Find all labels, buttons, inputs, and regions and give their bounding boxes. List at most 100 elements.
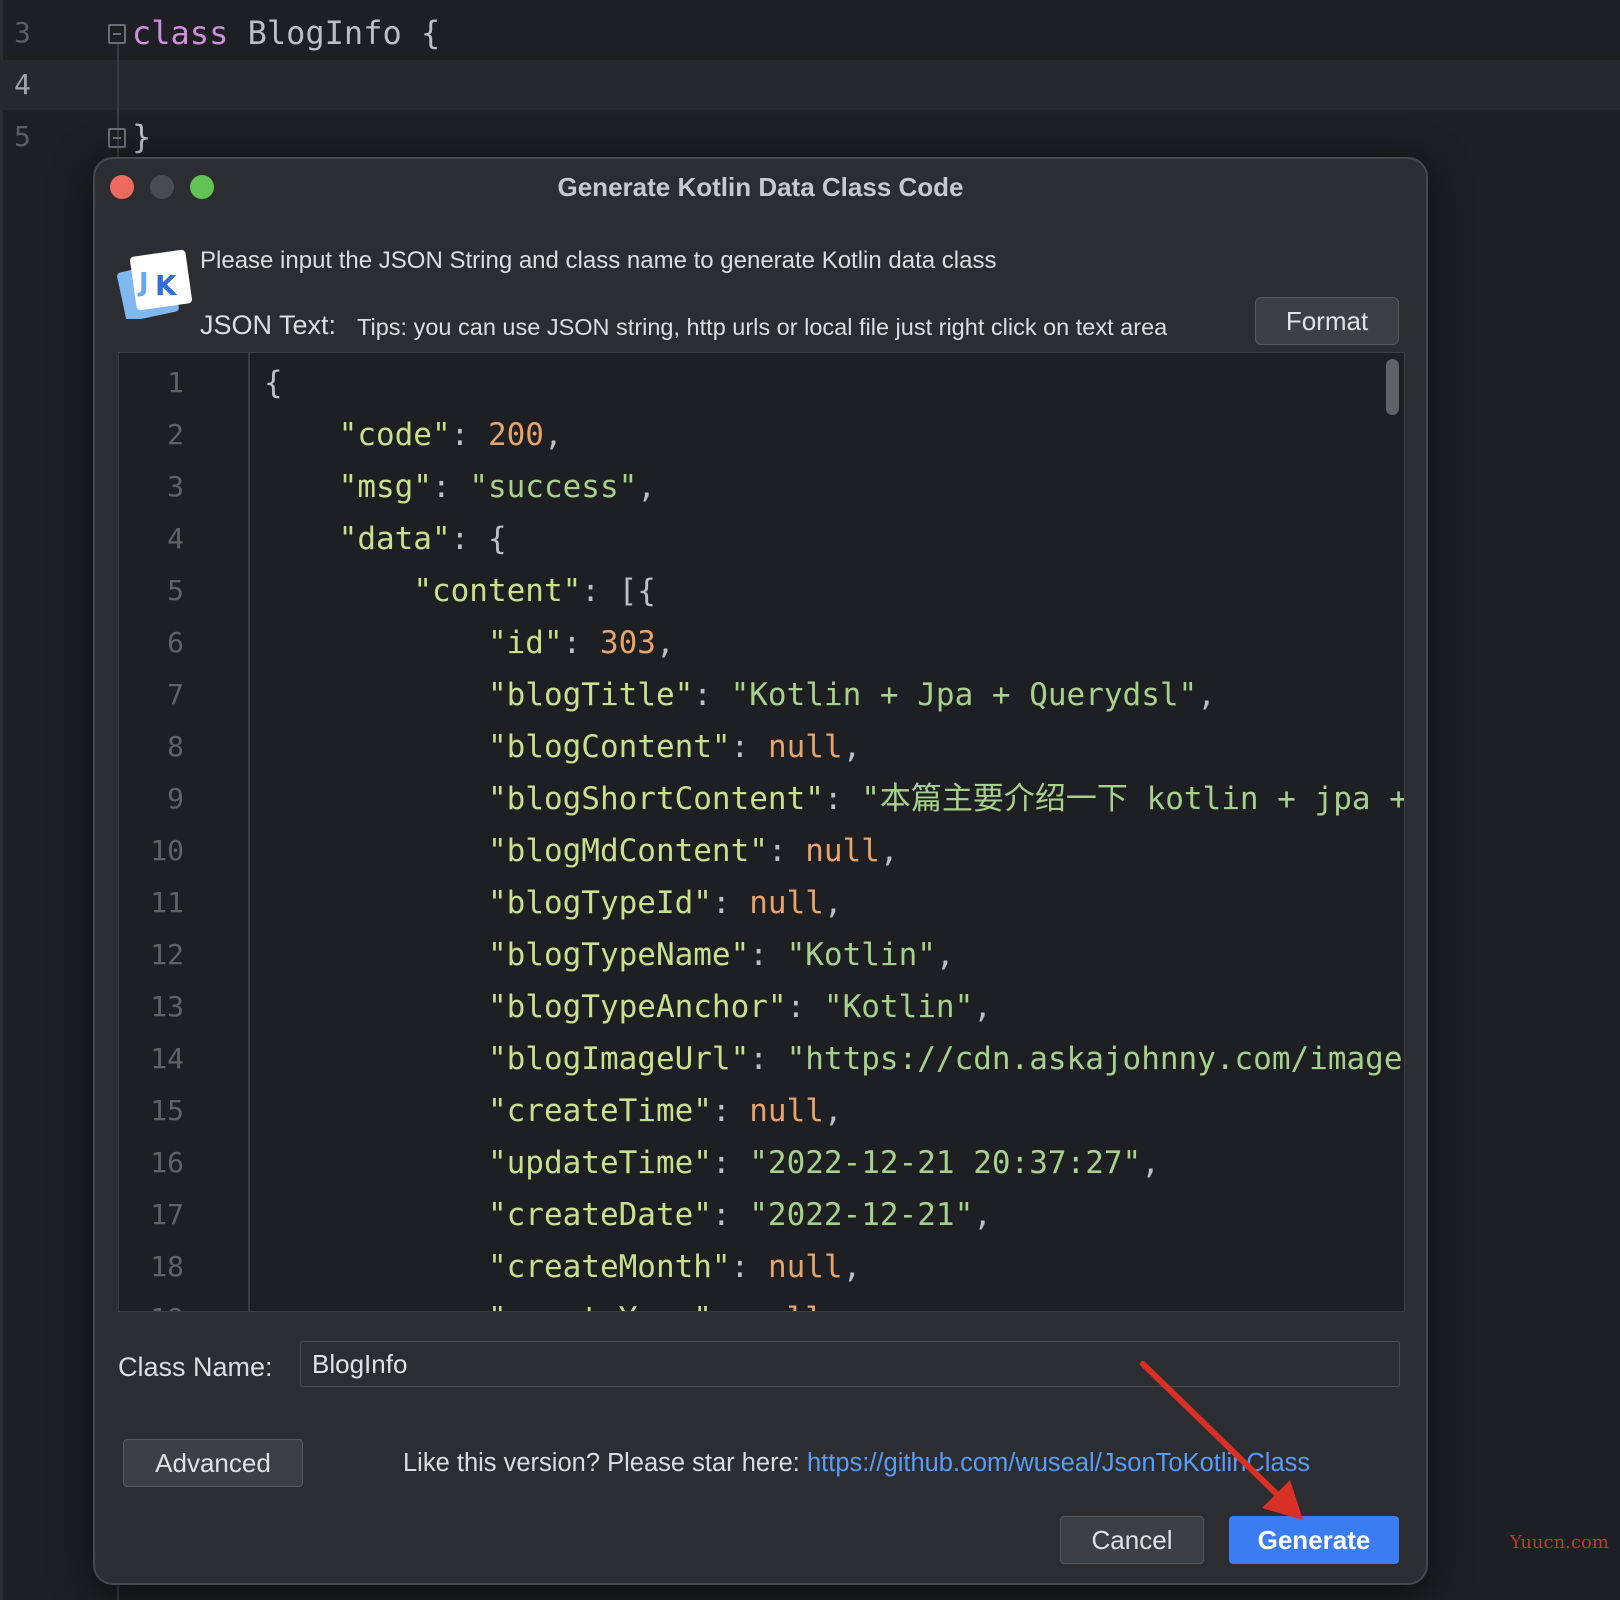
json-value: "Kotlin" <box>823 989 974 1025</box>
json-line: "blogMdContent": null, <box>264 825 899 877</box>
advanced-button[interactable]: Advanced <box>123 1439 303 1487</box>
github-link[interactable]: https://github.com/wuseal/JsonToKotlinCl… <box>807 1449 1310 1477</box>
json-line-number: 3 <box>167 470 184 503</box>
json-value: "Kotlin + Jpa + Querydsl" <box>730 677 1198 713</box>
json-line: "blogShortContent": "本篇主要介绍一下 kotlin + j… <box>264 773 1404 825</box>
json-key: "blogImageUrl" <box>487 1041 750 1077</box>
editor-line[interactable]: 3 class BlogInfo { <box>0 8 1620 58</box>
svg-text:K: K <box>155 269 178 302</box>
json-text-label: JSON Text: <box>200 310 337 340</box>
json-value: { <box>264 365 283 401</box>
cancel-button[interactable]: Cancel <box>1060 1516 1204 1564</box>
json-key: "createMonth" <box>487 1249 731 1285</box>
code-text: class BlogInfo { <box>132 8 440 58</box>
json-separator: : <box>749 1041 787 1077</box>
json-line-number: 4 <box>167 522 184 555</box>
json-line-number: 11 <box>150 886 184 919</box>
json-separator: : <box>450 417 488 453</box>
json-value: "success" <box>469 469 638 505</box>
json-key: "blogMdContent" <box>487 833 768 869</box>
json-line-number: 12 <box>150 938 184 971</box>
instructions-text: Please input the JSON String and class n… <box>200 247 997 274</box>
json-line-number: 6 <box>167 626 184 659</box>
star-prompt: Like this version? Please star here: htt… <box>403 1443 1310 1483</box>
json-line-number: 2 <box>167 418 184 451</box>
json-line-number: 15 <box>150 1094 184 1127</box>
editor-line[interactable]: 5 } <box>0 112 1620 162</box>
json-value: null <box>767 1249 843 1285</box>
json-key: "blogTitle" <box>487 677 694 713</box>
class-declaration: BlogInfo { <box>228 14 441 52</box>
class-name-input[interactable] <box>300 1341 1400 1387</box>
svg-text:J: J <box>137 268 149 298</box>
star-prompt-text: Like this version? Please star here: <box>403 1449 807 1477</box>
json-separator: : <box>711 1145 750 1181</box>
json-value: null <box>749 1093 824 1129</box>
class-keyword: class <box>132 14 229 52</box>
json-key: "content" <box>413 573 582 609</box>
json-line-number: 19 <box>150 1293 184 1311</box>
json-separator: : <box>581 573 619 609</box>
json-line-number: 10 <box>150 834 184 867</box>
dialog-title: Generate Kotlin Data Class Code <box>557 172 964 202</box>
json-value: 303 <box>599 625 656 661</box>
json-line-number: 18 <box>150 1250 184 1283</box>
format-button[interactable]: Format <box>1255 297 1399 345</box>
json-line: "createDate": "2022-12-21", <box>264 1189 992 1241</box>
json-line-gutter: 12345678910111213141516171819 <box>119 353 250 1311</box>
json-key: "code" <box>338 417 451 453</box>
json-line: "blogContent": null, <box>264 721 861 773</box>
json-line: "blogImageUrl": "https://cdn.askajohnny.… <box>264 1033 1405 1085</box>
json-text-area[interactable]: 12345678910111213141516171819 { "code": … <box>118 352 1405 1312</box>
fold-end-icon[interactable] <box>108 128 126 148</box>
generate-button[interactable]: Generate <box>1229 1516 1399 1564</box>
editor-edge <box>0 0 3 1600</box>
json-scrollbar[interactable] <box>1386 359 1399 415</box>
json-punctuation: , <box>824 1301 843 1311</box>
json-separator: : <box>711 1197 750 1233</box>
fold-collapse-icon[interactable] <box>108 24 126 44</box>
json-key: "blogTypeId" <box>487 885 712 921</box>
json-line: "createYear": null, <box>264 1293 843 1311</box>
json-value: "https://cdn.askajohnny.com/image-20 <box>786 1041 1405 1077</box>
json-punctuation: , <box>655 625 675 661</box>
json-punctuation: , <box>1197 677 1216 713</box>
json-value: null <box>767 729 843 765</box>
json-separator: : <box>562 625 600 661</box>
json-key: "createYear" <box>488 1301 712 1311</box>
json-line-number: 7 <box>167 678 184 711</box>
json-punctuation: , <box>823 885 843 921</box>
json-line: "updateTime": "2022-12-21 20:37:27", <box>264 1137 1160 1189</box>
json-line: "blogTitle": "Kotlin + Jpa + Querydsl", <box>264 669 1216 721</box>
json-line-number: 13 <box>150 990 184 1023</box>
json-value: null <box>805 833 880 869</box>
json-separator: : <box>712 1301 749 1311</box>
json-line: "createMonth": null, <box>264 1241 861 1293</box>
json-key: "createDate" <box>487 1197 712 1233</box>
generate-kotlin-dialog: Generate Kotlin Data Class Code J K Plea… <box>93 157 1428 1585</box>
json-key: "blogTypeAnchor" <box>487 989 787 1025</box>
json-punctuation: , <box>823 1093 843 1129</box>
json-value: [{ <box>618 573 656 609</box>
json-key: "blogTypeName" <box>487 937 750 973</box>
editor-line[interactable]: 4 <box>0 60 1620 110</box>
json-punctuation: , <box>637 469 656 505</box>
json-separator: : <box>786 989 824 1025</box>
line-number: 3 <box>14 16 31 49</box>
code-text: } <box>132 118 152 156</box>
json-punctuation: , <box>543 417 563 453</box>
json-key: "data" <box>338 521 451 557</box>
